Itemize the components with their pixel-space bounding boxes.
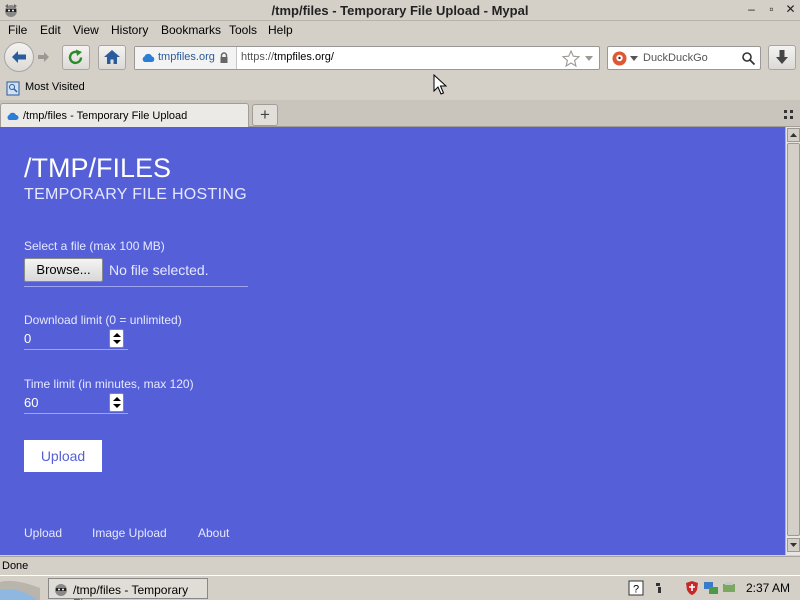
page-content: /TMP/FILES TEMPORARY FILE HOSTING Select…	[0, 127, 785, 555]
scroll-down-button[interactable]	[787, 538, 800, 552]
close-button[interactable]: ✕	[782, 2, 799, 18]
search-icon[interactable]	[741, 51, 756, 66]
lock-icon	[220, 52, 228, 63]
time-limit-value: 60	[24, 395, 39, 410]
most-visited-icon	[6, 81, 20, 96]
tab-label: /tmp/files - Temporary File Upload	[23, 110, 188, 122]
restore-button[interactable]: ▫	[763, 2, 780, 18]
device-icon[interactable]	[721, 580, 737, 596]
downloads-button[interactable]	[768, 45, 796, 70]
spinner-up-icon[interactable]	[113, 333, 121, 337]
menu-history[interactable]: History	[111, 23, 148, 37]
scroll-down-icon	[790, 543, 797, 547]
scroll-up-button[interactable]	[787, 128, 800, 142]
security-shield-icon[interactable]	[684, 580, 700, 596]
no-file-text: No file selected.	[109, 262, 209, 278]
time-limit-label: Time limit (in minutes, max 120)	[24, 377, 194, 391]
bookmarks-toolbar: Most Visited	[0, 78, 800, 100]
tab-list-icon[interactable]	[784, 110, 794, 120]
reload-button[interactable]	[62, 45, 90, 70]
start-menu-icon[interactable]	[0, 576, 40, 600]
site-label: tmpfiles.org	[158, 51, 215, 63]
spinner-down-icon[interactable]	[113, 340, 121, 344]
time-limit-input[interactable]: 60	[24, 392, 128, 414]
minimize-button[interactable]: –	[743, 2, 760, 18]
footer-link-about[interactable]: About	[198, 526, 229, 540]
bookmark-star-icon[interactable]	[562, 50, 580, 67]
scroll-up-icon	[790, 133, 797, 137]
back-button[interactable]	[4, 42, 34, 72]
duckduckgo-icon[interactable]	[612, 51, 627, 66]
tab-cloud-icon	[7, 112, 19, 120]
raccoon-app-icon	[55, 584, 67, 596]
cloud-icon	[142, 53, 155, 62]
time-limit-spinner[interactable]	[109, 393, 124, 412]
browse-button[interactable]: Browse...	[24, 258, 103, 282]
menu-bookmarks[interactable]: Bookmarks	[161, 23, 221, 37]
status-bar: Done	[0, 556, 800, 575]
menu-edit[interactable]: Edit	[40, 23, 61, 37]
url-host: tmpfiles.org/	[274, 51, 334, 63]
help-icon[interactable]: ?	[628, 580, 644, 596]
system-clock: 2:37 AM	[746, 581, 791, 595]
menu-view[interactable]: View	[73, 23, 99, 37]
new-tab-button[interactable]: +	[252, 104, 278, 126]
taskbar-item-mypal[interactable]: /tmp/files - Temporary Fi...	[48, 578, 208, 600]
url-bar[interactable]: tmpfiles.org https://tmpfiles.org/	[134, 46, 600, 70]
scroll-thumb[interactable]	[787, 143, 800, 536]
download-limit-spinner[interactable]	[109, 329, 124, 348]
mouse-cursor-icon	[433, 74, 447, 95]
forward-button[interactable]	[36, 49, 52, 65]
page-title: /TMP/FILES	[24, 153, 172, 183]
menu-tools[interactable]: Tools	[229, 23, 257, 37]
url-dropdown-icon[interactable]	[584, 55, 594, 62]
download-limit-value: 0	[24, 331, 32, 346]
menu-bar: File Edit View History Bookmarks Tools H…	[0, 21, 800, 39]
spinner-up-icon[interactable]	[113, 397, 121, 401]
download-limit-input[interactable]: 0	[24, 328, 128, 350]
menu-help[interactable]: Help	[268, 23, 293, 37]
window-title: /tmp/files - Temporary File Upload - Myp…	[271, 3, 529, 18]
home-button[interactable]	[98, 45, 126, 70]
taskbar-item-label: /tmp/files - Temporary Fi...	[73, 583, 189, 600]
page-subtitle: TEMPORARY FILE HOSTING	[24, 186, 247, 203]
network-icon[interactable]	[703, 580, 719, 596]
navigation-toolbar: tmpfiles.org https://tmpfiles.org/ DuckD…	[0, 40, 800, 76]
tab-tmpfiles[interactable]: /tmp/files - Temporary File Upload	[0, 103, 249, 127]
svg-text:?: ?	[633, 584, 639, 596]
taskbar: /tmp/files - Temporary Fi... ? 2:37 AM	[0, 575, 800, 600]
status-text: Done	[2, 560, 29, 572]
spinner-down-icon[interactable]	[113, 404, 121, 408]
bookmark-most-visited[interactable]: Most Visited	[25, 81, 85, 93]
download-limit-label: Download limit (0 = unlimited)	[24, 313, 182, 327]
url-scheme: https://	[241, 51, 275, 63]
vertical-scrollbar[interactable]	[785, 127, 800, 555]
file-input-underline	[24, 286, 248, 287]
reload-icon	[68, 49, 83, 65]
back-arrow-icon	[12, 51, 26, 63]
engine-dropdown-icon[interactable]	[630, 56, 638, 62]
footer-link-image-upload[interactable]: Image Upload	[92, 526, 167, 540]
menu-file[interactable]: File	[8, 23, 27, 37]
forward-arrow-icon	[38, 52, 49, 62]
download-arrow-icon	[776, 50, 788, 64]
site-identity[interactable]: tmpfiles.org	[135, 47, 237, 69]
volume-icon[interactable]	[652, 580, 668, 596]
search-placeholder: DuckDuckGo	[643, 52, 708, 64]
home-icon	[104, 50, 120, 64]
file-label: Select a file (max 100 MB)	[24, 239, 165, 253]
url-text[interactable]: https://tmpfiles.org/	[241, 51, 334, 63]
window-titlebar[interactable]: /tmp/files - Temporary File Upload - Myp…	[0, 0, 800, 21]
upload-button[interactable]: Upload	[24, 440, 102, 472]
search-bar[interactable]: DuckDuckGo	[607, 46, 761, 70]
footer-link-upload[interactable]: Upload	[24, 526, 62, 540]
tab-strip: /tmp/files - Temporary File Upload +	[0, 100, 800, 127]
